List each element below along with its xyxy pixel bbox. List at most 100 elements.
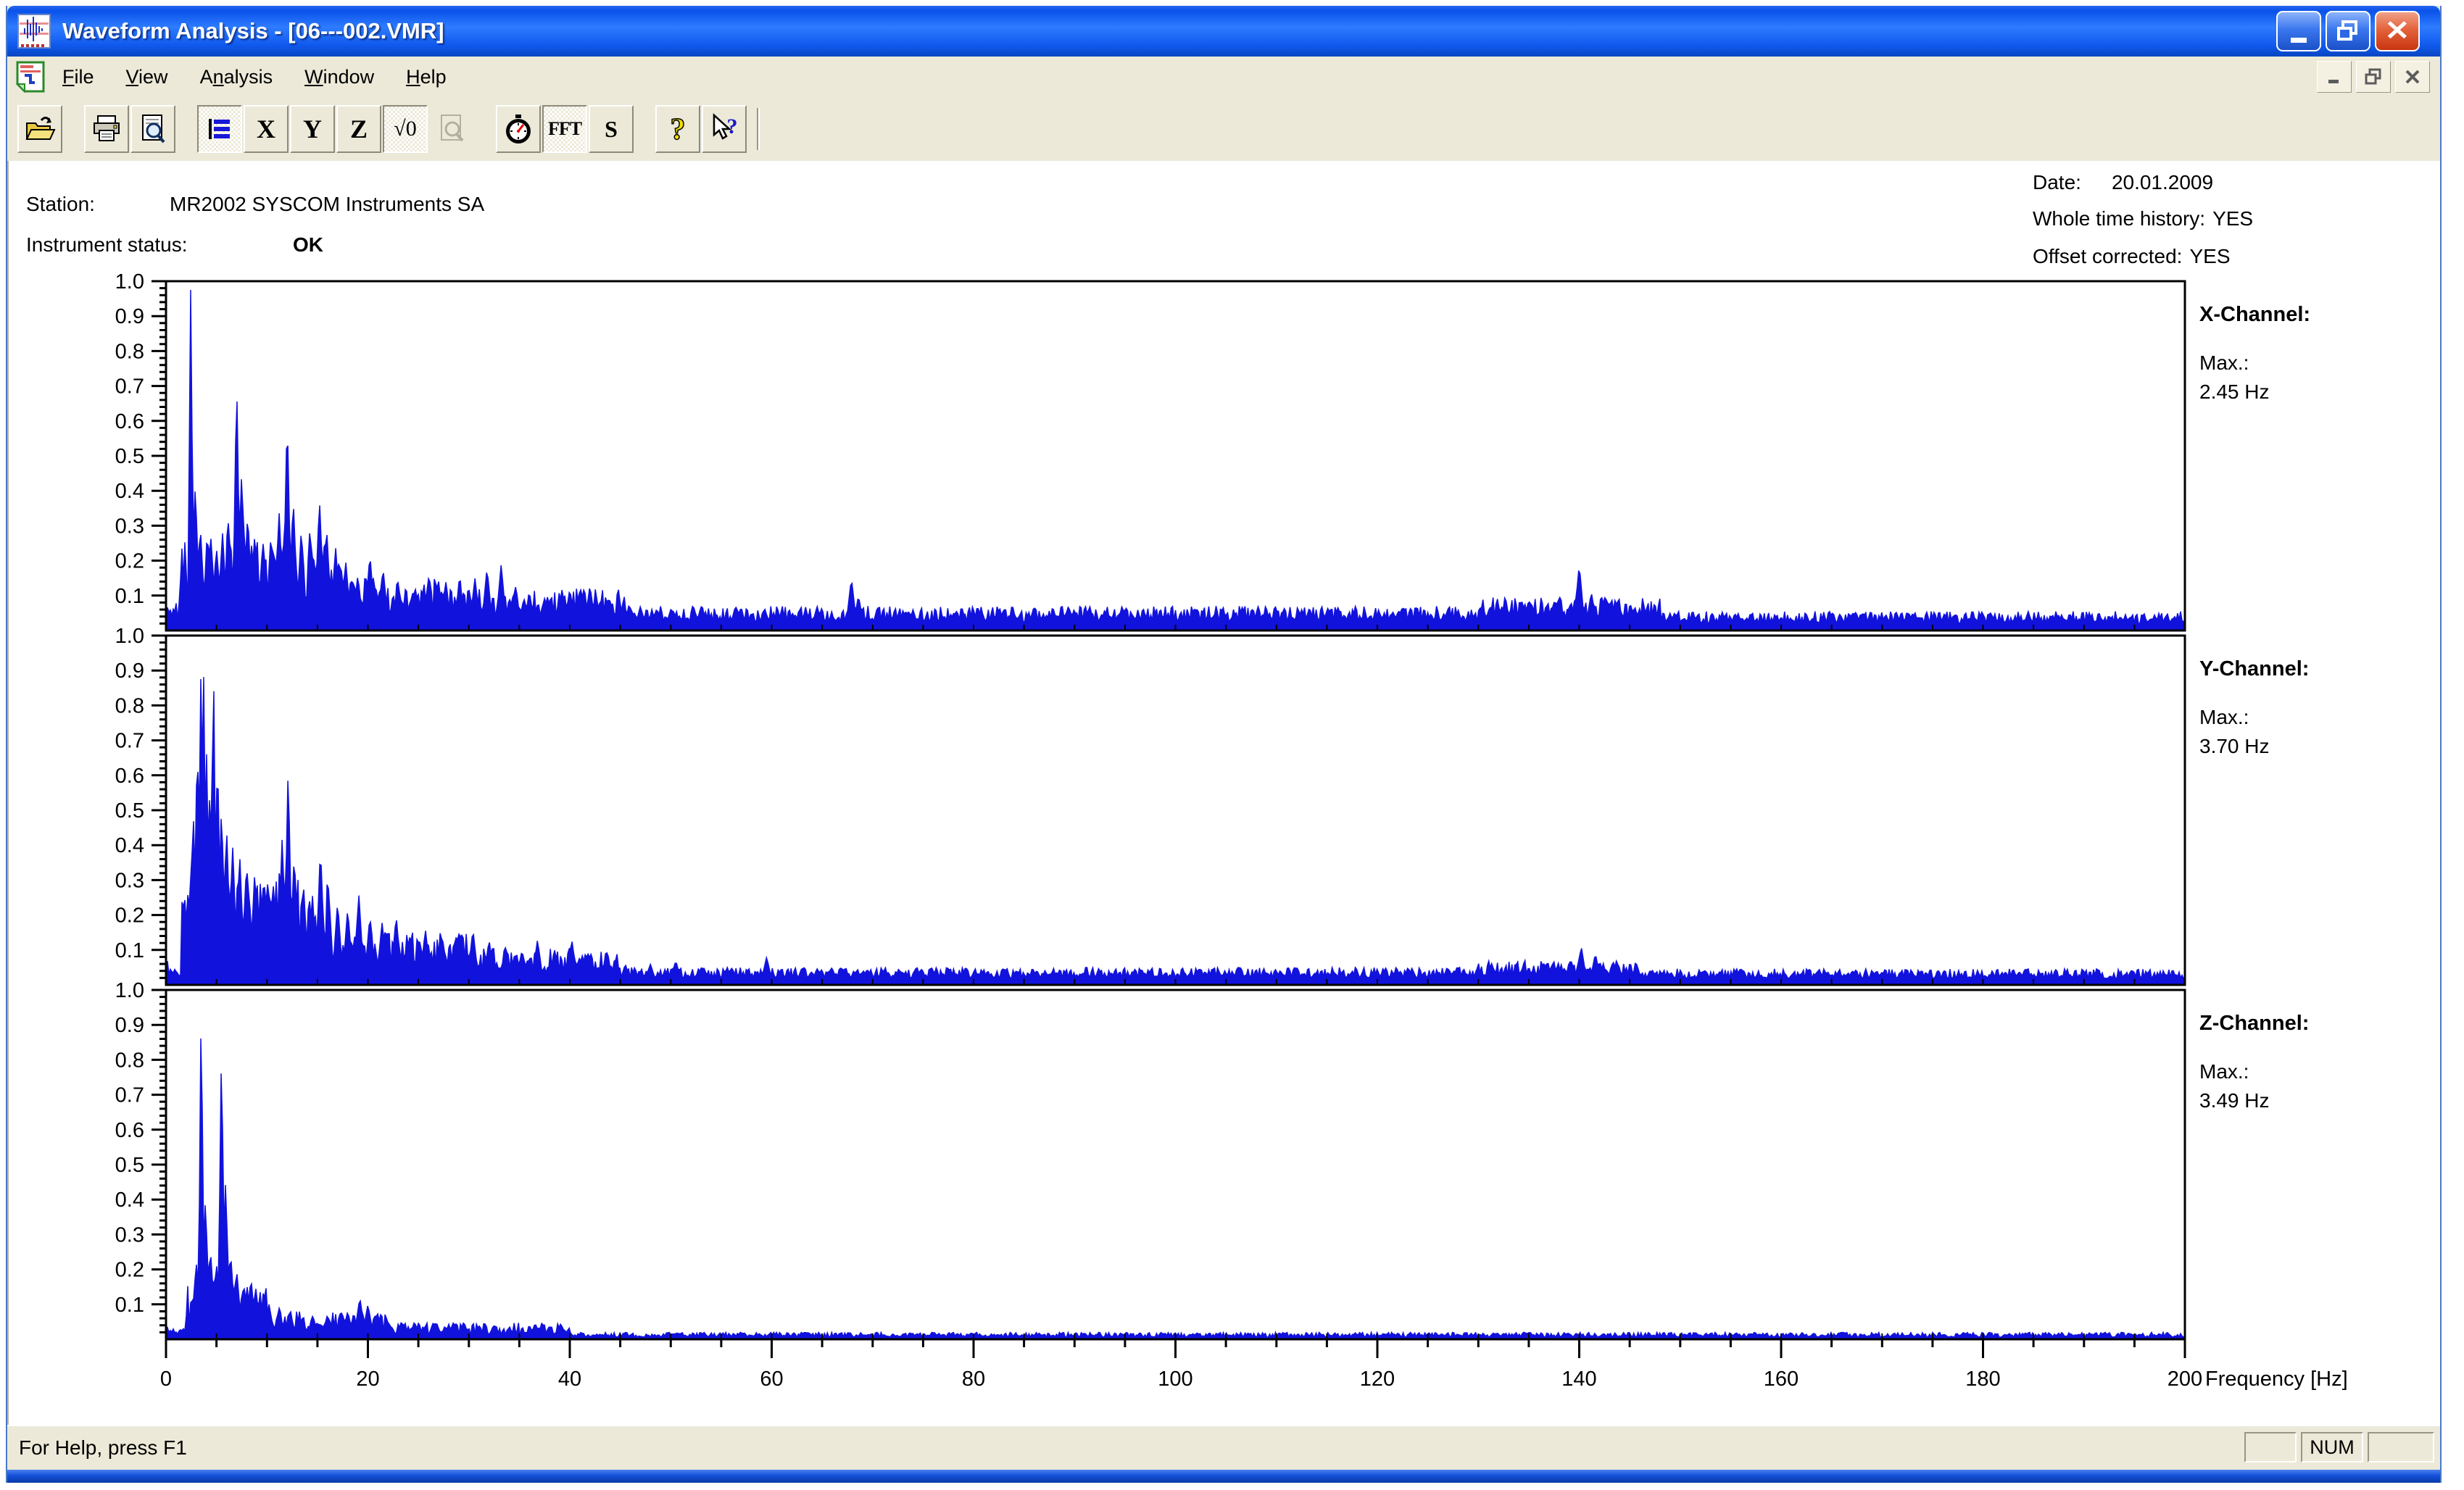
- svg-text:0.8: 0.8: [115, 1049, 144, 1072]
- toolbar-print-button[interactable]: [84, 105, 129, 153]
- axis-ticks-1: [152, 634, 2136, 984]
- toolbar-spectrum-s-button[interactable]: S: [589, 105, 634, 153]
- context-help-icon: ?: [713, 113, 738, 140]
- channel-list-icon: [209, 119, 230, 139]
- toolbar-open-button[interactable]: [17, 105, 62, 153]
- menu-analysis[interactable]: Analysis: [184, 62, 289, 93]
- window-title: Waveform Analysis - [06---002.VMR]: [62, 18, 444, 43]
- mdi-minimize-icon: [2328, 80, 2339, 83]
- toolbar-fft-view-label: FFT: [547, 118, 582, 139]
- z-channel-title: Z-Channel:: [2199, 1012, 2310, 1035]
- chart-frame-0: [165, 280, 2186, 632]
- minimize-button[interactable]: [2276, 11, 2321, 51]
- toolbar-separator: [757, 108, 760, 150]
- svg-text:0.4: 0.4: [115, 1189, 144, 1212]
- menu-window[interactable]: Window: [289, 62, 390, 93]
- status-cell-cap: [2244, 1432, 2297, 1462]
- svg-text:40: 40: [558, 1368, 581, 1391]
- app-icon: [17, 14, 51, 49]
- x-channel-info: X-Channel: Max.: 2.45 Hz: [2199, 303, 2439, 404]
- whole-time-history-row: Whole time history: YES: [2033, 207, 2254, 230]
- mdi-close-button[interactable]: [2395, 61, 2430, 93]
- document-icon[interactable]: [14, 61, 46, 93]
- y-channel-info: Y-Channel: Max.: 3.70 Hz: [2199, 657, 2439, 758]
- status-cell-scrl: [2368, 1432, 2434, 1462]
- svg-text:?: ?: [671, 113, 686, 145]
- y-axis-labels-2: 0.1 0.2 0.3 0.4 0.5 0.6 0.7 0.8 0.9 1.0: [115, 979, 144, 1317]
- toolbar-about-help-button[interactable]: ?: [655, 105, 700, 153]
- svg-text:0.6: 0.6: [115, 765, 144, 788]
- toolbar: X Y Z √0 FFT S??: [7, 97, 2440, 161]
- toolbar-zoom-preview-button[interactable]: [429, 105, 474, 153]
- toolbar-x-channel-button[interactable]: X: [244, 105, 289, 153]
- restore-button[interactable]: [2326, 11, 2370, 51]
- toolbar-y-channel-button[interactable]: Y: [290, 105, 335, 153]
- svg-text:100: 100: [1158, 1368, 1192, 1391]
- print-preview-icon: [142, 115, 165, 143]
- spectra-charts: 0.10.20.30.40.50.60.70.80.91.00.10.20.30…: [115, 270, 2348, 1391]
- menu-view[interactable]: View: [110, 62, 184, 93]
- station-label: Station:: [26, 193, 95, 215]
- chart-frame-2: [165, 989, 2186, 1341]
- svg-text:0.3: 0.3: [115, 515, 144, 538]
- instrument-status-value: OK: [293, 233, 323, 256]
- app-window: Waveform Analysis - [06---002.VMR] ✕ Fil…: [6, 6, 2442, 1483]
- offset-corrected-value: YES: [2189, 245, 2231, 267]
- svg-text:0.3: 0.3: [115, 1223, 144, 1246]
- y-axis-labels-0: 0.1 0.2 0.3 0.4 0.5 0.6 0.7 0.8 0.9 1.0: [115, 270, 144, 608]
- spectrum-trace-1: [165, 677, 2186, 986]
- x-axis-title: Frequency [Hz]: [2205, 1368, 2348, 1391]
- svg-text:0.9: 0.9: [115, 1014, 144, 1037]
- toolbar-z-channel-label: Z: [349, 115, 368, 143]
- toolbar-sqrt-zero-button[interactable]: √0: [383, 105, 428, 153]
- x-channel-title: X-Channel:: [2199, 303, 2311, 326]
- close-button[interactable]: ✕: [2375, 11, 2420, 51]
- desktop-wallpaper-strip: [2442, 0, 2464, 1490]
- svg-text:120: 120: [1360, 1368, 1395, 1391]
- title-bar[interactable]: Waveform Analysis - [06---002.VMR] ✕: [7, 6, 2440, 57]
- svg-text:0.4: 0.4: [115, 834, 144, 857]
- svg-text:60: 60: [760, 1368, 783, 1391]
- minimize-icon: [2291, 38, 2307, 43]
- status-bar: For Help, press F1 NUM: [7, 1425, 2440, 1470]
- mdi-restore-button[interactable]: [2356, 61, 2391, 93]
- svg-text:1.0: 1.0: [115, 979, 144, 1002]
- menu-bar: File View Analysis Window Help: [7, 57, 2440, 99]
- svg-text:0.5: 0.5: [115, 445, 144, 468]
- chart-frame-1: [165, 634, 2186, 986]
- toolbar-fft-view-button[interactable]: FFT: [542, 105, 587, 153]
- toolbar-print-preview-button[interactable]: [130, 105, 175, 153]
- svg-text:0.5: 0.5: [115, 799, 144, 823]
- x-channel-max-label: Max.:: [2199, 351, 2249, 374]
- y-channel-max-value: 3.70 Hz: [2199, 735, 2270, 757]
- clock-icon: [506, 115, 531, 143]
- svg-text:0.2: 0.2: [115, 550, 144, 573]
- svg-text:180: 180: [1965, 1368, 2000, 1391]
- zoom-preview-icon: [441, 115, 464, 142]
- window-bottom-border: [7, 1470, 2440, 1483]
- toolbar-x-channel-label: X: [257, 115, 275, 143]
- y-channel-max-label: Max.:: [2199, 706, 2249, 728]
- svg-text:140: 140: [1561, 1368, 1596, 1391]
- client-area: Station: MR2002 SYSCOM Instruments SA In…: [7, 161, 2440, 1425]
- svg-text:160: 160: [1764, 1368, 1799, 1391]
- svg-text:?: ?: [727, 115, 738, 138]
- window-controls: ✕: [2276, 11, 2420, 51]
- menu-help[interactable]: Help: [390, 62, 462, 93]
- svg-text:0.2: 0.2: [115, 904, 144, 928]
- axis-ticks-0: [152, 280, 2136, 630]
- open-folder-icon: [25, 117, 56, 140]
- mdi-minimize-button[interactable]: [2317, 61, 2352, 93]
- date-row: Date: 20.01.2009: [2033, 171, 2214, 193]
- menu-file[interactable]: File: [46, 62, 110, 93]
- toolbar-time-view-button[interactable]: [496, 105, 541, 153]
- restore-icon: [2337, 20, 2357, 41]
- toolbar-z-channel-button[interactable]: Z: [336, 105, 381, 153]
- svg-text:0.4: 0.4: [115, 480, 144, 503]
- toolbar-context-help-button[interactable]: ?: [702, 105, 747, 153]
- toolbar-channel-list-button[interactable]: [197, 105, 242, 153]
- svg-text:0.7: 0.7: [115, 730, 144, 753]
- print-icon: [94, 115, 120, 141]
- svg-text:0.1: 0.1: [115, 939, 144, 962]
- svg-text:0.8: 0.8: [115, 340, 144, 363]
